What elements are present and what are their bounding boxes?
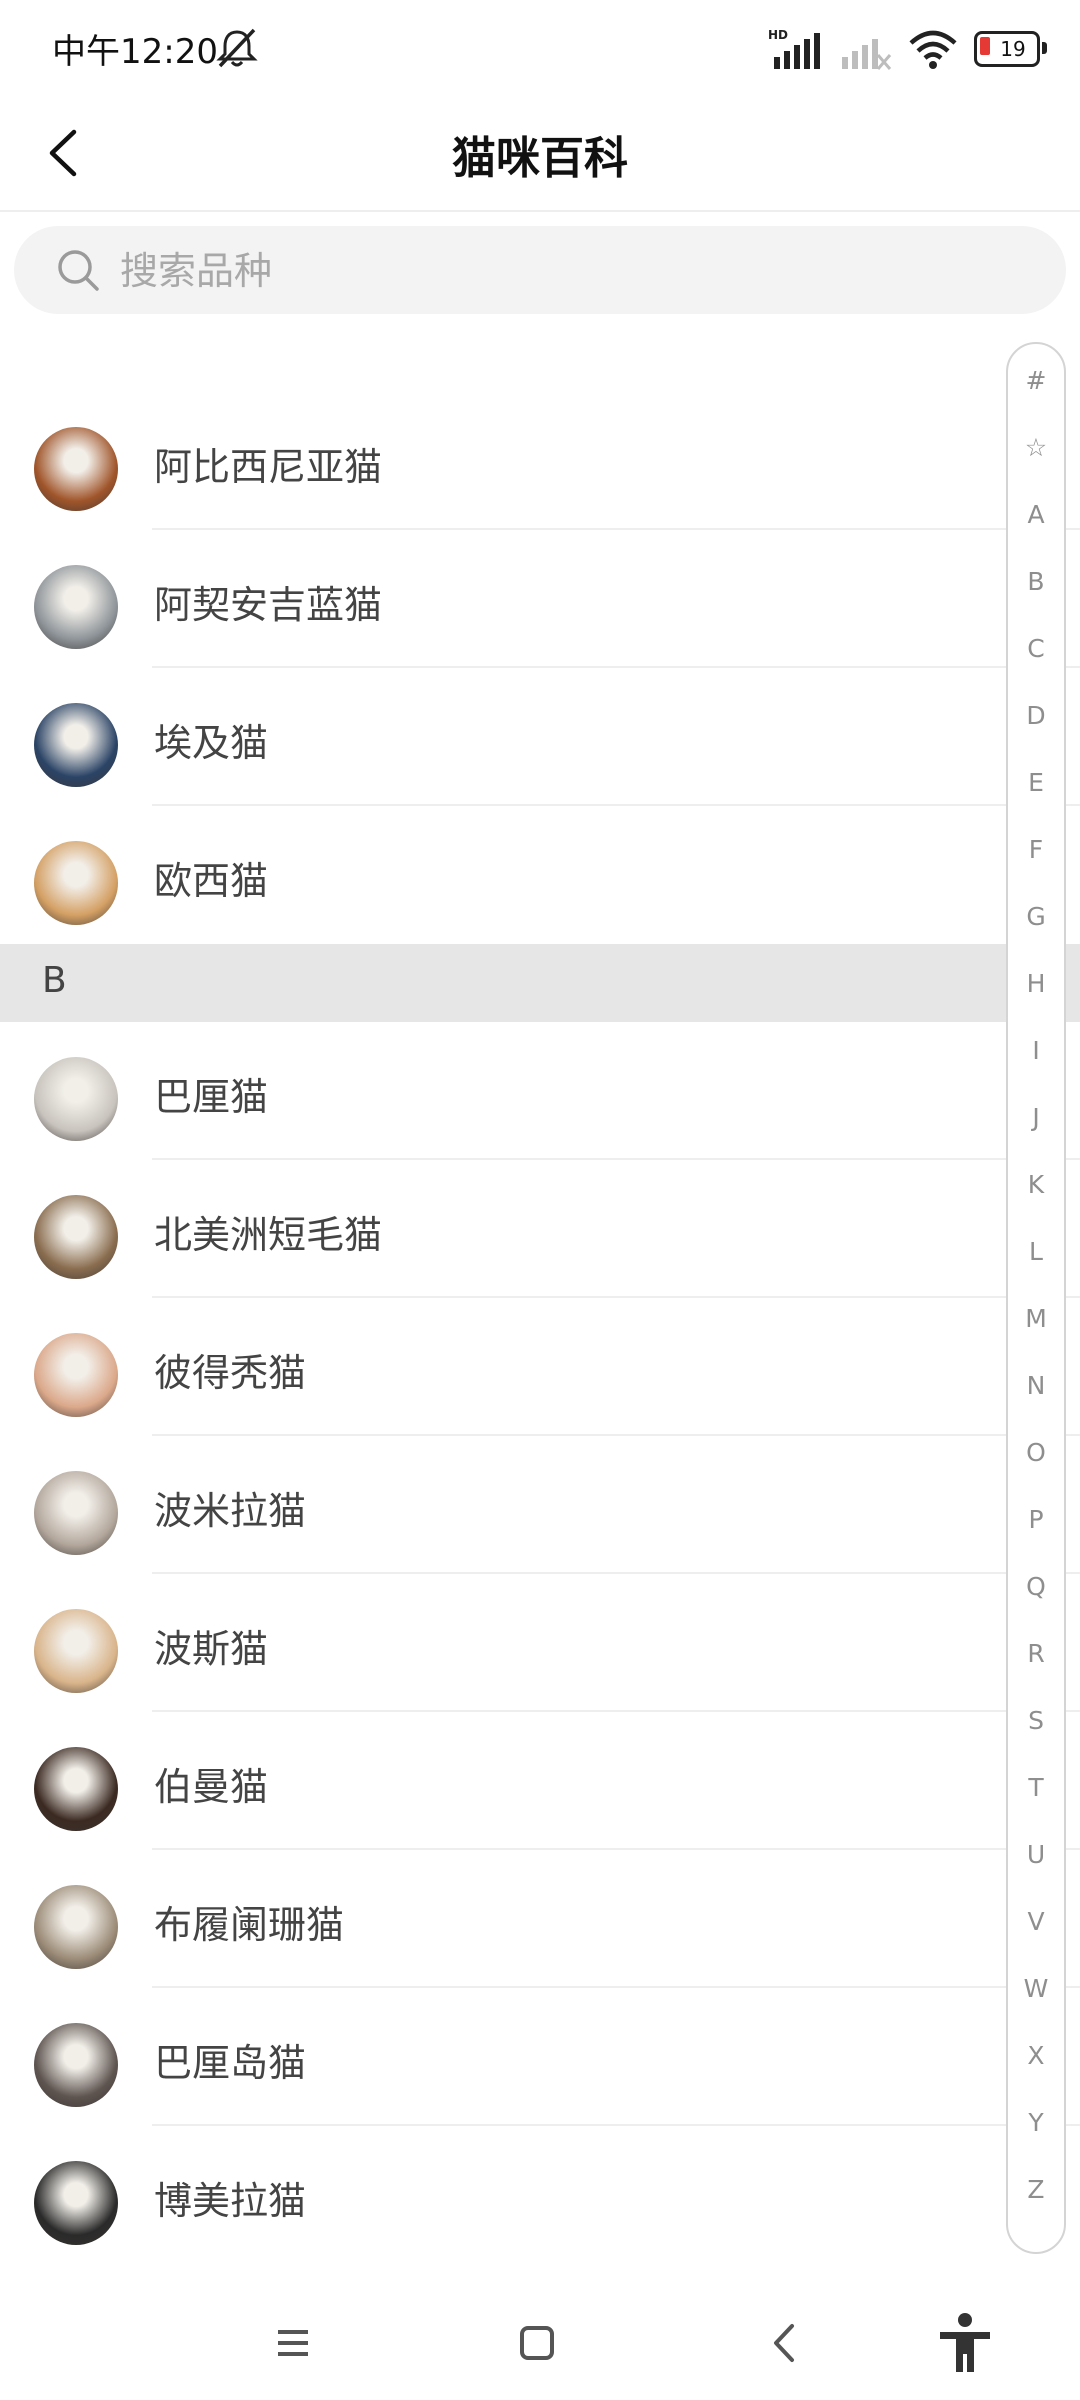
breed-avatar — [34, 1333, 118, 1417]
index-letter[interactable]: C — [1008, 634, 1064, 663]
breed-name: 埃及猫 — [154, 721, 269, 765]
list-item[interactable]: 伯曼猫 — [0, 1712, 1080, 1850]
page-title: 猫咪百科 — [452, 133, 628, 184]
index-letter[interactable]: V — [1008, 1907, 1064, 1936]
breed-name: 波斯猫 — [154, 1627, 269, 1671]
home-icon[interactable] — [502, 2308, 572, 2378]
list-item[interactable]: 阿契安吉蓝猫 — [0, 530, 1080, 668]
index-letter[interactable]: N — [1008, 1371, 1064, 1400]
index-letter[interactable]: W — [1008, 1974, 1064, 2003]
status-time: 中午12:20 — [52, 32, 218, 72]
index-letter[interactable]: T — [1008, 1773, 1064, 1802]
signal-icon: HD — [768, 28, 820, 69]
index-letter[interactable]: Q — [1008, 1572, 1064, 1601]
wifi-icon — [909, 30, 957, 69]
index-letter[interactable]: # — [1008, 366, 1064, 395]
navigation-bar — [0, 2280, 1080, 2400]
list-item[interactable]: 彼得秃猫 — [0, 1298, 1080, 1436]
index-letter[interactable]: A — [1008, 500, 1064, 529]
index-letter[interactable]: M — [1008, 1304, 1064, 1333]
signal-hd-label: HD — [768, 28, 788, 42]
index-letter[interactable]: E — [1008, 768, 1064, 797]
index-letter[interactable]: Z — [1008, 2175, 1064, 2204]
index-letter[interactable]: X — [1008, 2041, 1064, 2070]
breed-avatar — [34, 565, 118, 649]
battery-icon: 19 — [974, 31, 1047, 67]
breed-name: 巴厘岛猫 — [154, 2041, 307, 2085]
mute-icon — [216, 28, 258, 68]
index-letter[interactable]: P — [1008, 1505, 1064, 1534]
breed-name: 伯曼猫 — [154, 1765, 269, 1809]
list-item[interactable]: 布履阑珊猫 — [0, 1850, 1080, 1988]
index-letter[interactable]: D — [1008, 701, 1064, 730]
index-letter[interactable]: ☆ — [1008, 433, 1064, 462]
breed-name: 波米拉猫 — [154, 1489, 307, 1533]
search-input[interactable] — [118, 226, 1022, 316]
index-letter[interactable]: K — [1008, 1170, 1064, 1199]
header: 猫咪百科 — [0, 96, 1080, 212]
search-bar[interactable] — [14, 226, 1066, 316]
index-letter[interactable]: O — [1008, 1438, 1064, 1467]
index-letter[interactable]: Y — [1008, 2108, 1064, 2137]
breed-avatar — [34, 2161, 118, 2245]
list-item[interactable]: 北美洲短毛猫 — [0, 1160, 1080, 1298]
index-letter[interactable]: R — [1008, 1639, 1064, 1668]
list-item[interactable]: 埃及猫 — [0, 668, 1080, 806]
breed-avatar — [34, 703, 118, 787]
index-letter[interactable]: G — [1008, 902, 1064, 931]
breed-avatar — [34, 1195, 118, 1279]
alphabet-index[interactable]: # ☆ A B C D E F G H I J K L M N O P Q R S T U V W X Y Z — [1006, 342, 1066, 2254]
index-letter[interactable]: L — [1008, 1237, 1064, 1266]
index-letter[interactable]: U — [1008, 1840, 1064, 1869]
index-letter[interactable]: H — [1008, 969, 1064, 998]
breed-name: 巴厘猫 — [154, 1075, 269, 1119]
list-item[interactable]: 巴厘猫 — [0, 1022, 1080, 1160]
breed-name: 欧西猫 — [154, 859, 269, 903]
section-group: 阿比西尼亚猫 阿契安吉蓝猫 埃及猫 欧西猫 — [0, 392, 1080, 944]
section-letter: B — [42, 960, 67, 1001]
breed-avatar — [34, 1609, 118, 1693]
breed-name: 阿比西尼亚猫 — [154, 445, 383, 489]
list-item[interactable]: 巴厘岛猫 — [0, 1988, 1080, 2126]
breed-name: 彼得秃猫 — [154, 1351, 307, 1395]
breed-avatar — [34, 2023, 118, 2107]
breed-avatar — [34, 841, 118, 925]
status-icons: HD 19 — [768, 24, 1047, 74]
index-letter[interactable]: S — [1008, 1706, 1064, 1735]
breed-avatar — [34, 427, 118, 511]
breed-avatar — [34, 1885, 118, 1969]
index-letter[interactable]: I — [1008, 1036, 1064, 1065]
section-header-b: B — [0, 944, 1080, 1022]
breed-name: 博美拉猫 — [154, 2179, 307, 2223]
index-letter[interactable]: F — [1008, 835, 1064, 864]
battery-level: 19 — [1000, 37, 1026, 61]
breed-list: 阿比西尼亚猫 阿契安吉蓝猫 埃及猫 欧西猫 B 巴厘猫 北美洲短毛猫 彼得秃猫 … — [0, 392, 1080, 2264]
breed-name: 布履阑珊猫 — [154, 1903, 345, 1947]
breed-name: 北美洲短毛猫 — [154, 1213, 383, 1257]
list-item[interactable]: 波米拉猫 — [0, 1436, 1080, 1574]
index-letter[interactable]: J — [1008, 1103, 1064, 1132]
breed-avatar — [34, 1471, 118, 1555]
status-bar: 中午12:20 HD 19 — [0, 0, 1080, 96]
index-letter[interactable]: B — [1008, 567, 1064, 596]
list-item[interactable]: 阿比西尼亚猫 — [0, 392, 1080, 530]
back-nav-icon[interactable] — [750, 2308, 820, 2378]
list-item[interactable]: 欧西猫 — [0, 806, 1080, 944]
breed-avatar — [34, 1747, 118, 1831]
section-group: 巴厘猫 北美洲短毛猫 彼得秃猫 波米拉猫 波斯猫 伯曼猫 布履阑珊猫 巴厘岛猫 … — [0, 1022, 1080, 2264]
list-item[interactable]: 博美拉猫 — [0, 2126, 1080, 2264]
list-item[interactable]: 波斯猫 — [0, 1574, 1080, 1712]
search-icon — [58, 250, 99, 291]
menu-icon[interactable] — [258, 2308, 328, 2378]
accessibility-icon[interactable] — [930, 2308, 1000, 2378]
breed-avatar — [34, 1057, 118, 1141]
breed-name: 阿契安吉蓝猫 — [154, 583, 383, 627]
signal-2-icon — [842, 39, 892, 70]
